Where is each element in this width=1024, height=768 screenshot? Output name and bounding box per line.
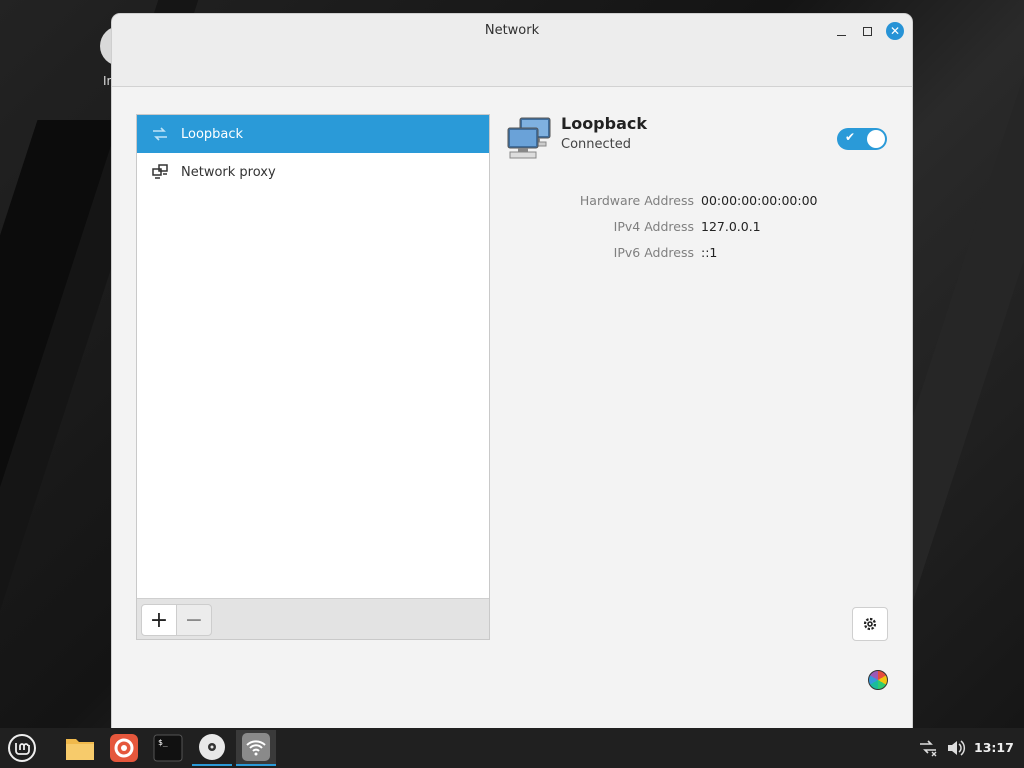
tray-network-disconnected[interactable]	[914, 730, 942, 766]
property-key: Hardware Address	[579, 193, 694, 208]
network-window: Network ✕ Loopback Network proxy + − Loo…	[112, 14, 912, 728]
terminal-icon: $_	[153, 734, 183, 762]
property-row-ipv6: IPv6 Address ::1	[492, 245, 912, 265]
remove-connection-button[interactable]: −	[176, 604, 212, 636]
gear-icon	[863, 617, 877, 631]
color-wheel-icon[interactable]	[868, 670, 888, 690]
mint-menu-button[interactable]	[4, 730, 40, 766]
property-key: IPv4 Address	[613, 219, 694, 234]
window-title: Network	[484, 23, 540, 38]
add-connection-button[interactable]: +	[141, 604, 177, 636]
svg-text:$_: $_	[158, 738, 168, 747]
taskbar-files[interactable]	[60, 730, 100, 766]
property-key: IPv6 Address	[613, 245, 694, 260]
list-item-loopback[interactable]: Loopback	[137, 115, 489, 153]
property-value: 00:00:00:00:00:00	[701, 193, 818, 208]
network-proxy-icon	[151, 163, 169, 181]
connection-list: Loopback Network proxy + −	[136, 114, 490, 640]
close-button[interactable]: ✕	[886, 22, 904, 40]
clock[interactable]: 13:17	[974, 740, 1014, 755]
network-computers-icon	[506, 114, 554, 162]
connection-status: Connected	[561, 137, 632, 152]
titlebar: Network ✕	[112, 14, 912, 87]
property-value: ::1	[701, 245, 718, 260]
checkmark-icon: ✔	[845, 130, 856, 144]
network-disconnected-icon	[920, 740, 937, 757]
property-value: 127.0.0.1	[701, 219, 761, 234]
network-transmit-receive-icon	[151, 125, 169, 143]
maximize-button[interactable]	[858, 22, 876, 40]
list-item-label: Loopback	[181, 126, 244, 142]
connection-toggle[interactable]: ✔	[837, 128, 887, 150]
list-item-network-proxy[interactable]: Network proxy	[137, 153, 489, 191]
network-wifi-icon	[242, 733, 270, 761]
property-row-hardware: Hardware Address 00:00:00:00:00:00	[492, 193, 912, 213]
taskbar-network[interactable]	[236, 730, 276, 766]
minimize-button[interactable]	[832, 22, 850, 40]
connection-name: Loopback	[561, 114, 648, 133]
files-icon	[66, 739, 94, 760]
settings-button[interactable]	[852, 607, 888, 641]
tray-volume[interactable]	[942, 730, 970, 766]
disc-icon	[199, 734, 225, 760]
volume-icon	[948, 740, 966, 756]
firefox-icon	[110, 734, 138, 762]
taskbar-firefox[interactable]	[104, 730, 144, 766]
close-icon: ✕	[889, 24, 901, 38]
list-toolbar: + −	[137, 598, 489, 639]
mint-menu-icon	[8, 734, 36, 762]
list-item-label: Network proxy	[181, 164, 276, 180]
toggle-knob	[867, 130, 885, 148]
taskbar: $_ 13:17	[0, 728, 1024, 768]
property-row-ipv4: IPv4 Address 127.0.0.1	[492, 219, 912, 239]
taskbar-terminal[interactable]: $_	[148, 730, 188, 766]
taskbar-disc[interactable]	[192, 730, 232, 766]
